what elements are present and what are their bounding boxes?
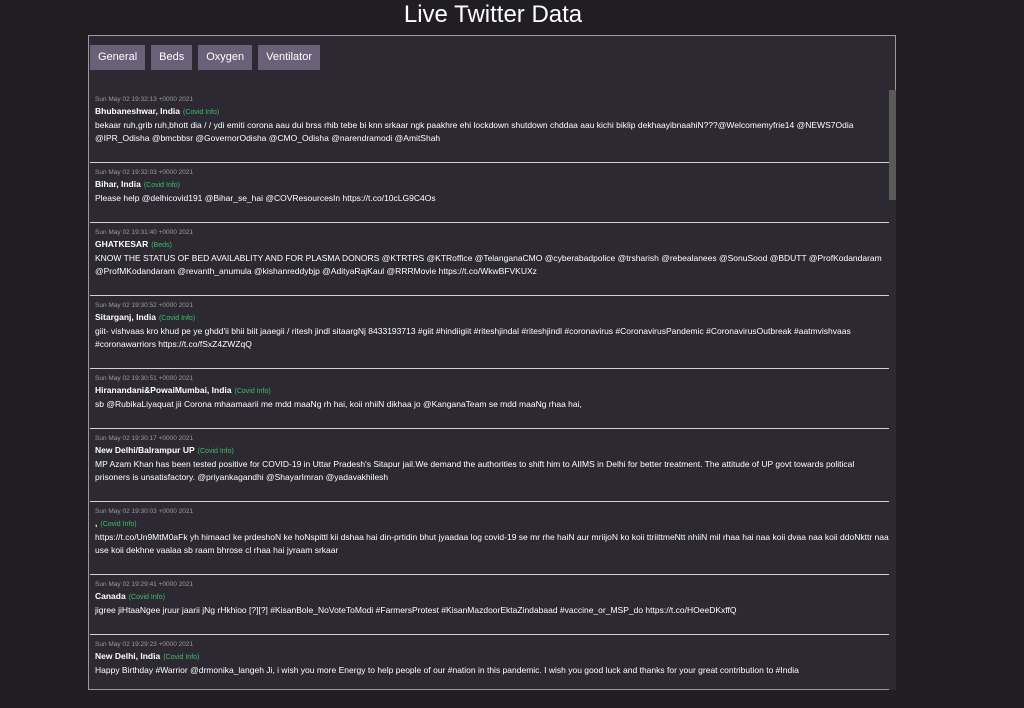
tweet-item: Sun May 02 19:30:03 +0000 2021 , (Covid I…	[90, 502, 895, 575]
tweet-location: New Delhi, India	[95, 651, 161, 661]
tweet-location: Hiranandani&PowaiMumbai, India	[95, 385, 232, 395]
tweet-text: bekaar ruh,grib ruh,bhott dia / / ydi em…	[95, 120, 854, 143]
twitter-panel: General Beds Oxygen Ventilator Sun May 0…	[88, 35, 896, 690]
tweet-timestamp: Sun May 02 19:31:40 +0000 2021	[95, 229, 194, 236]
tweet-item: Sun May 02 19:30:52 +0000 2021 Sitarganj…	[90, 296, 895, 369]
tweet-text: giit- vishvaas kro khud pe ye ghdd'ii bh…	[95, 326, 851, 349]
tweet-location: Bhubaneshwar, India	[95, 106, 181, 116]
tweet-location: Bihar, India	[95, 179, 141, 189]
tweet-category-tag: (Beds)	[151, 242, 172, 249]
tweet-item: Sun May 02 19:30:17 +0000 2021 New Delhi…	[90, 429, 895, 502]
tweet-timestamp: Sun May 02 19:30:52 +0000 2021	[95, 302, 194, 309]
tweet-timestamp: Sun May 02 19:30:17 +0000 2021	[95, 435, 194, 442]
tweet-item: Sun May 02 19:29:23 +0000 2021 New Delhi…	[90, 635, 895, 690]
tab-oxygen[interactable]: Oxygen	[198, 45, 253, 70]
tab-beds[interactable]: Beds	[151, 45, 193, 70]
tweet-item: Sun May 02 19:30:51 +0000 2021 Hirananda…	[90, 369, 895, 429]
tweet-location: New Delhi/Balrampur UP	[95, 445, 195, 455]
tweet-item: Sun May 02 19:31:40 +0000 2021 GHATKESAR…	[90, 223, 895, 296]
tweet-category-tag: (Covid Info)	[234, 388, 271, 395]
tweet-category-tag: (Covid Info)	[100, 521, 137, 528]
tweet-location: Sitarganj, India	[95, 312, 156, 322]
tweet-item: Sun May 02 19:32:13 +0000 2021 Bhubanesh…	[90, 90, 895, 163]
tweet-category-tag: (Covid Info)	[158, 315, 196, 322]
tweet-category-tag: (Covid Info)	[183, 109, 220, 116]
tweet-text: sb @RubikaLiyaquat jii Corona mhaamaarii…	[95, 399, 582, 409]
tweet-text: https://t.co/Un9MtM0aFk yh himaacl ke pr…	[95, 532, 889, 555]
tweet-item: Sun May 02 19:32:03 +0000 2021 Bihar, In…	[90, 163, 895, 223]
tweet-text: Please help @delhicovid191 @Bihar_se_hai…	[95, 193, 436, 203]
tweet-text: KNOW THE STATUS OF BED AVAILABLITY AND F…	[95, 253, 882, 276]
category-tabs: General Beds Oxygen Ventilator	[90, 45, 321, 70]
tweet-location: GHATKESAR	[95, 239, 149, 249]
tweet-location: Canada	[95, 591, 126, 601]
tweet-timestamp: Sun May 02 19:30:03 +0000 2021	[95, 508, 194, 515]
page-title: Live Twitter Data	[403, 1, 583, 28]
tweet-timestamp: Sun May 02 19:29:23 +0000 2021	[95, 641, 194, 648]
tweet-timestamp: Sun May 02 19:29:41 +0000 2021	[95, 581, 194, 588]
tweet-category-tag: (Covid Info)	[197, 448, 234, 455]
tweet-timestamp: Sun May 02 19:30:51 +0000 2021	[95, 375, 194, 382]
tweet-item: Sun May 02 19:29:41 +0000 2021 Canada (Co…	[90, 575, 895, 635]
tweet-text: Happy Birthday #Warrior @drmonika_langeh…	[95, 665, 799, 675]
tweet-text: MP Azam Khan has been tested positive fo…	[95, 459, 855, 482]
tweet-feed[interactable]: Sun May 02 19:32:13 +0000 2021 Bhubanesh…	[90, 90, 895, 690]
tweet-category-tag: (Covid Info)	[143, 182, 181, 189]
tweet-text: jigree jiHtaaNgee jruur jaarii jNg rHkhi…	[95, 605, 737, 615]
tweet-timestamp: Sun May 02 19:32:13 +0000 2021	[95, 96, 194, 103]
tweet-location: ,	[95, 518, 98, 528]
tab-ventilator[interactable]: Ventilator	[258, 45, 321, 70]
tweet-category-tag: (Covid Info)	[128, 594, 165, 601]
tab-general[interactable]: General	[90, 45, 146, 70]
scrollbar-thumb[interactable]	[889, 90, 896, 200]
feed-scrollbar[interactable]	[889, 90, 896, 690]
tweet-category-tag: (Covid Info)	[163, 654, 200, 661]
tweet-timestamp: Sun May 02 19:32:03 +0000 2021	[95, 169, 194, 176]
